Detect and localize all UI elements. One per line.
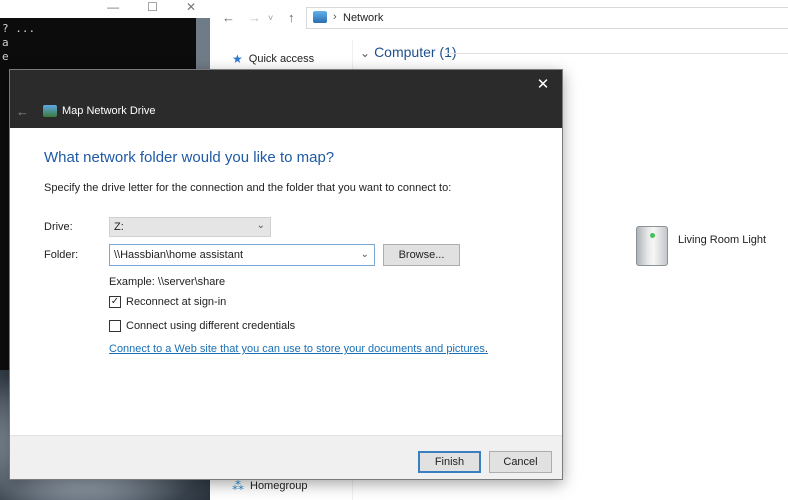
terminal-line: e bbox=[2, 50, 9, 63]
cancel-button[interactable]: Cancel bbox=[489, 451, 552, 473]
credentials-label: Connect using different credentials bbox=[126, 320, 296, 332]
computer-tower-icon bbox=[636, 226, 668, 266]
terminal-output: ? ... a e bbox=[2, 22, 35, 64]
back-arrow-icon[interactable]: ← bbox=[16, 104, 29, 119]
minimize-icon[interactable]: — bbox=[107, 0, 119, 14]
close-icon[interactable]: ✕ bbox=[186, 0, 196, 14]
breadcrumb-network[interactable]: Network bbox=[343, 12, 383, 24]
chevron-down-icon[interactable]: ⌄ bbox=[361, 249, 369, 260]
nav-item-label: Homegroup bbox=[250, 480, 308, 492]
dialog-title: Map Network Drive bbox=[62, 105, 156, 117]
reconnect-checkbox[interactable]: ✓ bbox=[109, 296, 121, 308]
recent-chevron-icon[interactable]: ˅ bbox=[268, 13, 273, 23]
folder-example: Example: \\server\share bbox=[109, 276, 226, 288]
finish-button[interactable]: Finish bbox=[418, 451, 481, 473]
forward-arrow-icon[interactable]: → bbox=[248, 10, 261, 25]
credentials-checkbox-row[interactable]: Connect using different credentials bbox=[109, 320, 295, 332]
map-network-drive-dialog: ✕ ← Map Network Drive What network folde… bbox=[9, 69, 563, 480]
up-arrow-icon[interactable]: ↑ bbox=[288, 10, 295, 25]
device-label: Living Room Light bbox=[678, 234, 767, 246]
page-title: What network folder would you like to ma… bbox=[44, 149, 335, 166]
terminal-window-controls: — ☐ ✕ bbox=[107, 0, 196, 14]
homegroup-icon: ⁂ bbox=[232, 479, 244, 493]
back-arrow-icon[interactable]: ← bbox=[222, 10, 235, 25]
drive-label: Drive: bbox=[44, 221, 73, 233]
chevron-down-icon: ⌄ bbox=[360, 46, 371, 60]
dialog-titlebar: ✕ ← Map Network Drive bbox=[10, 70, 562, 128]
dialog-footer: Finish Cancel bbox=[10, 435, 562, 479]
map-drive-icon bbox=[43, 105, 57, 117]
folder-label: Folder: bbox=[44, 249, 79, 261]
web-site-link-text[interactable]: Connect to a Web site that you can use t… bbox=[109, 343, 485, 355]
group-header-label: Computer (1) bbox=[374, 44, 457, 60]
breadcrumb-separator-icon: › bbox=[333, 11, 337, 23]
folder-input[interactable]: \\Hassbian\home assistant ⌄ bbox=[109, 244, 375, 266]
link-trailing-period: . bbox=[484, 343, 488, 355]
browse-button[interactable]: Browse... bbox=[383, 244, 460, 266]
nav-item-label: Quick access bbox=[248, 53, 315, 65]
folder-input-value: \\Hassbian\home assistant bbox=[114, 249, 244, 261]
address-bar-row: ← → ˅ ↑ › Network bbox=[210, 4, 788, 32]
nav-item-quick-access[interactable]: ★ Quick access bbox=[232, 52, 314, 66]
group-divider bbox=[444, 53, 788, 54]
web-site-link[interactable]: Connect to a Web site that you can use t… bbox=[109, 343, 488, 355]
nav-item-homegroup[interactable]: ⁂ Homegroup bbox=[232, 479, 307, 493]
drive-select[interactable]: Z: ⌄ bbox=[109, 217, 271, 237]
terminal-line: a bbox=[2, 36, 9, 49]
group-header-computer[interactable]: ⌄ Computer (1) bbox=[360, 44, 457, 60]
instructions: Specify the drive letter for the connect… bbox=[44, 182, 452, 194]
reconnect-label: Reconnect at sign-in bbox=[126, 296, 227, 308]
star-icon: ★ bbox=[232, 52, 243, 66]
drive-select-value: Z: bbox=[114, 221, 124, 233]
close-icon[interactable]: ✕ bbox=[532, 74, 554, 96]
chevron-down-icon: ⌄ bbox=[256, 220, 265, 231]
reconnect-checkbox-row[interactable]: ✓ Reconnect at sign-in bbox=[109, 296, 226, 308]
address-bar[interactable]: › Network bbox=[306, 7, 788, 29]
maximize-icon[interactable]: ☐ bbox=[147, 0, 158, 14]
network-icon bbox=[313, 11, 327, 23]
terminal-line: ? ... bbox=[2, 22, 36, 35]
device-living-room-light[interactable]: Living Room Light bbox=[636, 226, 766, 266]
terminal-titlebar: — ☐ ✕ bbox=[0, 0, 210, 18]
credentials-checkbox[interactable] bbox=[109, 320, 121, 332]
